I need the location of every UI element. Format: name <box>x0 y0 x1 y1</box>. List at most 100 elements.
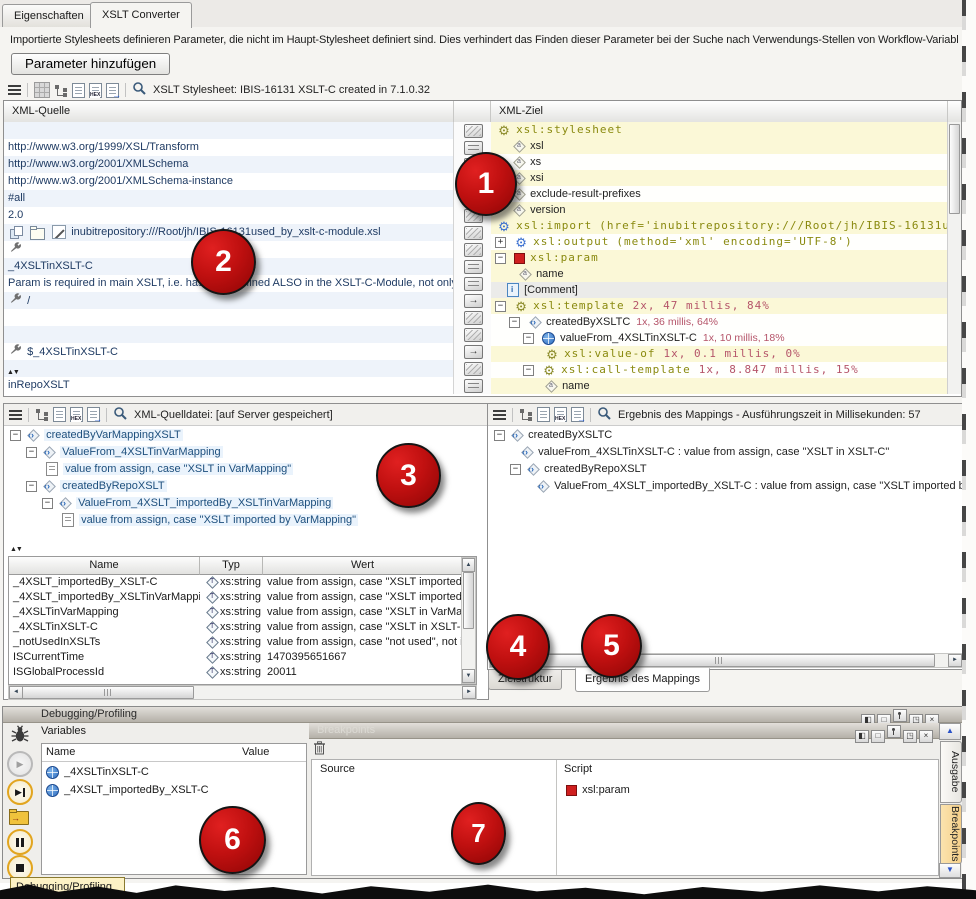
column-header-value[interactable]: Value <box>238 744 307 762</box>
maximize-icon[interactable]: □ <box>871 730 885 743</box>
scroll-right-button[interactable]: ► <box>948 654 962 667</box>
pause-button[interactable] <box>7 829 33 855</box>
tree-view-icon[interactable] <box>54 84 68 97</box>
xsl-tree-row[interactable]: ⚙ xsl:import(href='inubitrepository:///R… <box>491 218 947 234</box>
tree-node[interactable]: value from assign, case "XSLT imported b… <box>4 512 488 529</box>
mapping-connector-button[interactable] <box>464 277 483 291</box>
hex-view-icon[interactable] <box>554 407 567 422</box>
search-icon[interactable] <box>132 81 147 99</box>
tab-xslt-converter[interactable]: XSLT Converter <box>90 2 192 28</box>
tree-node[interactable]: createdByXSLTC <box>488 427 964 444</box>
mapping-connector-button[interactable] <box>464 260 483 274</box>
text-view-icon[interactable] <box>53 407 66 422</box>
xsl-tree-row[interactable]: ⚙ xsl:template2x, 47 millis, 84% <box>491 298 947 314</box>
xsl-tree-row[interactable]: createdByXSLTC1x, 36 millis, 64% <box>491 314 947 330</box>
splitter-toggle[interactable]: ▲▼ <box>7 369 19 376</box>
source-row[interactable]: http://www.w3.org/1999/XSL/Transform <box>4 139 453 156</box>
grid-view-icon[interactable] <box>34 82 50 98</box>
source-row[interactable] <box>4 326 453 343</box>
table-row[interactable]: _4XSLT_importedBy_XSLTinVarMapping xs:st… <box>9 590 462 605</box>
expander-icon[interactable] <box>495 301 506 312</box>
xsl-tree-row[interactable]: [Comment] <box>491 282 947 298</box>
table-row[interactable]: _4XSLTinVarMapping xs:string value from … <box>9 605 462 620</box>
side-tab-ausgabe[interactable]: Ausgabe <box>940 741 962 803</box>
expander-icon[interactable] <box>26 447 37 458</box>
xsl-tree-row[interactable]: name <box>491 266 947 282</box>
menu-icon[interactable] <box>9 410 22 420</box>
expander-icon[interactable] <box>10 430 21 441</box>
text-view-icon[interactable] <box>537 407 550 422</box>
mapping-connector-button[interactable] <box>464 379 483 393</box>
scroll-down-button[interactable]: ▼ <box>462 669 475 683</box>
splitter-toggle[interactable]: ▲▼ <box>10 546 22 553</box>
table-row[interactable]: _4XSLTinXSLT-C xs:string value from assi… <box>9 620 462 635</box>
mapping-connector-button[interactable] <box>464 243 483 257</box>
expander-icon[interactable] <box>523 365 534 376</box>
table-row[interactable]: _notUsedInXSLTs xs:string value from ass… <box>9 635 462 650</box>
text-view-icon[interactable] <box>72 83 85 98</box>
source-row[interactable]: http://www.w3.org/2001/XMLSchema-instanc… <box>4 173 453 190</box>
mapping-connector-arrow-button[interactable]: → <box>464 294 483 308</box>
xsl-tree-row[interactable]: xsi <box>491 170 947 186</box>
expander-icon[interactable] <box>523 333 534 344</box>
table-horizontal-scrollbar[interactable]: ◄ ► <box>8 685 477 700</box>
dock-icon[interactable]: ◧ <box>855 730 869 743</box>
xsl-tree-row[interactable]: ⚙ xsl:value-of1x, 0.1 millis, 0% <box>491 346 947 362</box>
mapping-connector-button[interactable] <box>464 311 483 325</box>
table-row[interactable]: ISCurrentTime xs:string 1470395651667 <box>9 650 462 665</box>
tree-node[interactable]: createdByVarMappingXSLT <box>4 427 488 444</box>
table-row[interactable]: ISGlobalProcessId xs:string 20011 <box>9 665 462 680</box>
column-header-name[interactable]: Name <box>9 557 200 575</box>
column-header-name[interactable]: Name <box>42 744 242 762</box>
variable-row[interactable]: _4XSLTinXSLT-C <box>42 764 306 781</box>
hex-view-icon[interactable] <box>70 407 83 422</box>
source-row[interactable] <box>4 309 453 326</box>
expander-icon[interactable] <box>495 237 506 248</box>
menu-icon[interactable] <box>493 410 506 420</box>
expander-icon[interactable] <box>494 430 505 441</box>
column-header-typ[interactable]: Typ <box>200 557 263 575</box>
xsl-tree-row[interactable]: valueFrom_4XSLTinXSLT-C1x, 10 millis, 18… <box>491 330 947 346</box>
table-row[interactable]: _4XSLT_importedBy_XSLT-C xs:string value… <box>9 575 462 590</box>
scrollbar-thumb[interactable] <box>949 124 960 214</box>
pin-icon[interactable] <box>887 725 901 738</box>
scrollbar-thumb[interactable] <box>503 654 935 667</box>
breakpoint-row[interactable]: xsl:param <box>564 784 630 796</box>
scrollbar-thumb[interactable] <box>463 572 474 629</box>
column-header-source[interactable]: Source <box>320 763 355 775</box>
xsl-tree-row[interactable]: xsl <box>491 138 947 154</box>
column-header-script[interactable]: Script <box>564 763 592 775</box>
expander-icon[interactable] <box>509 317 520 328</box>
paste-icon[interactable] <box>10 226 23 239</box>
xsl-tree-row[interactable]: exclude-result-prefixes <box>491 186 947 202</box>
xsl-tree-row[interactable]: ⚙ xsl:call-template1x, 8.847 millis, 15% <box>491 362 947 378</box>
xsl-tree-row[interactable]: xsl:param <box>491 250 947 266</box>
source-row[interactable]: #all <box>4 190 453 207</box>
source-row[interactable] <box>4 360 453 377</box>
source-row[interactable]: 2.0 <box>4 207 453 224</box>
menu-icon[interactable] <box>8 85 21 95</box>
open-folder-icon[interactable] <box>30 228 45 240</box>
scrollbar-thumb[interactable] <box>22 686 194 699</box>
xsl-tree-row[interactable]: ⚙ xsl:stylesheet <box>491 122 947 138</box>
breakpoints-title-bar[interactable]: Breakpoints ◧□◳× <box>309 723 939 739</box>
scroll-right-button[interactable]: ► <box>462 686 476 699</box>
debug-title-bar[interactable]: Debugging/Profiling ◧□◳× <box>3 707 963 723</box>
search-icon[interactable] <box>597 406 612 424</box>
tree-node[interactable]: createdByRepoXSLT <box>488 461 964 478</box>
step-button[interactable]: ▶ <box>7 779 33 805</box>
expander-icon[interactable] <box>510 464 521 475</box>
float-icon[interactable]: ◳ <box>903 730 917 743</box>
side-tab-scroll-down-button[interactable]: ▼ <box>939 863 961 878</box>
variable-row[interactable]: _4XSLT_importedBy_XSLT-C <box>42 782 306 799</box>
source-row[interactable]: inRepoXSLT <box>4 377 453 394</box>
run-button[interactable]: ▶ <box>7 751 33 777</box>
mapping-connector-button[interactable] <box>464 124 483 138</box>
source-row[interactable]: http://www.w3.org/2001/XMLSchema <box>4 156 453 173</box>
expander-icon[interactable] <box>26 481 37 492</box>
edit-icon[interactable] <box>52 225 66 239</box>
mapping-connector-arrow-button[interactable]: → <box>464 345 483 359</box>
tree-node[interactable]: ValueFrom_4XSLT_importedBy_XSLT-C : valu… <box>488 478 964 495</box>
xsl-tree-row[interactable]: ⚙ xsl:output(method='xml' encoding='UTF-… <box>491 234 947 250</box>
trash-icon[interactable] <box>313 741 326 758</box>
